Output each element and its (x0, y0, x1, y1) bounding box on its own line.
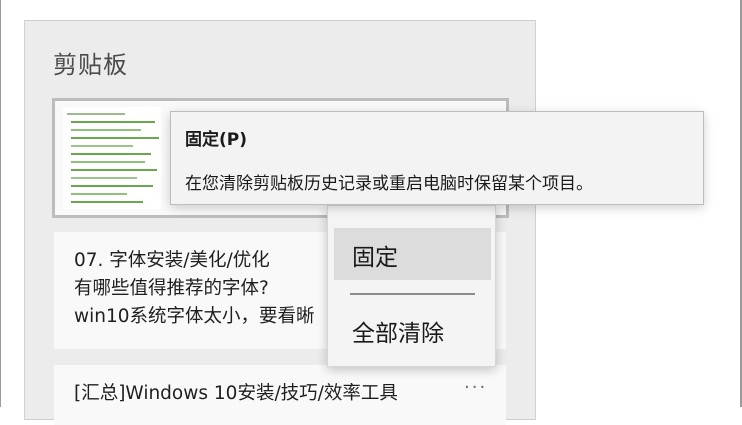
more-options-button[interactable]: ··· (464, 377, 487, 398)
menu-divider (350, 293, 475, 295)
context-menu: 固定 全部清除 (327, 205, 496, 367)
clip-text-line: [汇总]Windows 10安装/技巧/效率工具 (74, 383, 398, 404)
window-edge-left (0, 0, 1, 407)
menu-item-label: 固定 (352, 245, 398, 271)
clip-text-line: 07. 字体安装/美化/优化 (74, 250, 270, 271)
panel-title: 剪贴板 (53, 51, 128, 79)
clip-image-thumbnail (63, 107, 161, 209)
tooltip-description: 在您清除剪贴板历史记录或重启电脑时保留某个项目。 (185, 174, 593, 194)
clip-text-line: win10系统字体太小，要看晰 (74, 306, 315, 327)
menu-item-label: 全部清除 (352, 321, 444, 347)
clip-item-text[interactable]: [汇总]Windows 10安装/技巧/效率工具 ··· (54, 365, 506, 425)
clip-text-line: 有哪些值得推荐的字体? (74, 278, 269, 299)
tooltip-title: 固定(P) (185, 130, 247, 150)
menu-item-pin[interactable]: 固定 (334, 228, 491, 280)
menu-item-clear-all[interactable]: 全部清除 (334, 304, 491, 356)
tooltip: 固定(P) 在您清除剪贴板历史记录或重启电脑时保留某个项目。 (170, 111, 704, 205)
